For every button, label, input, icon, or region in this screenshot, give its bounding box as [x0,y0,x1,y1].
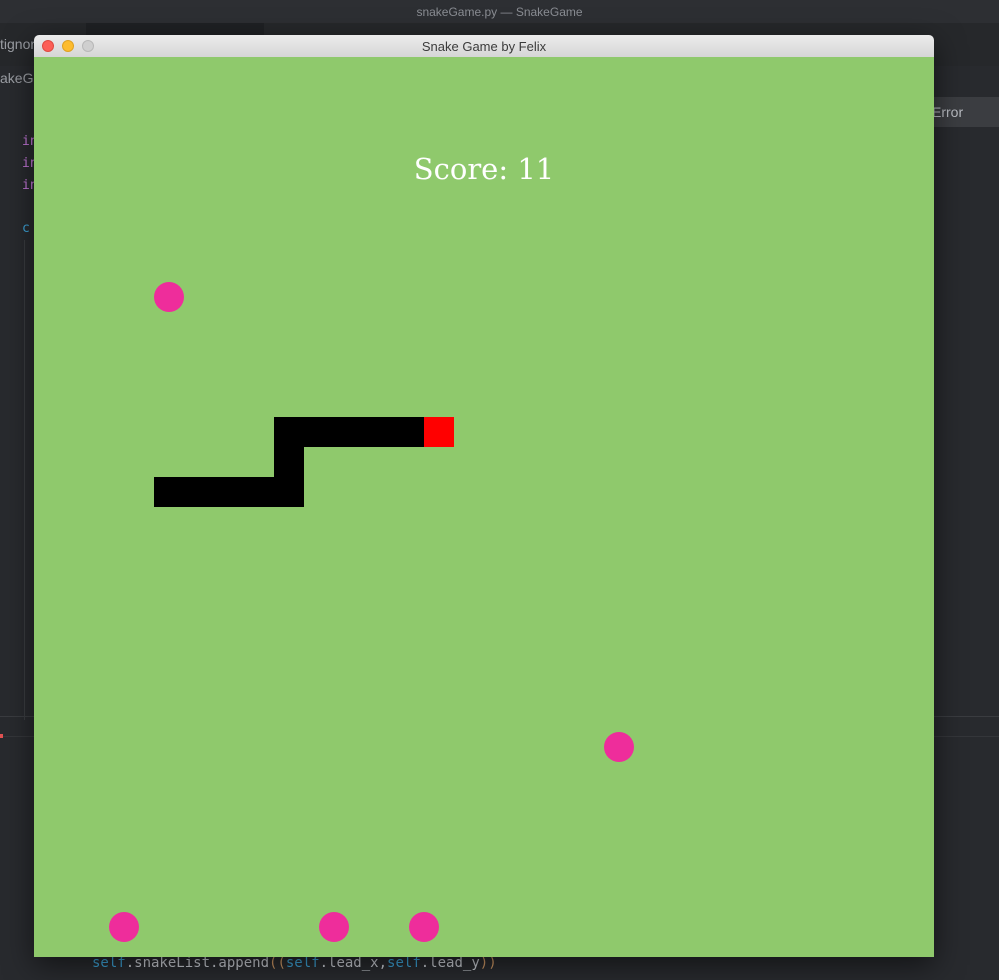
code-token: (( [269,955,286,971]
snake-body-segment [274,417,304,447]
editor-tab-fragment[interactable]: tignor [0,36,35,52]
close-window-button[interactable] [42,40,54,52]
snake-body-segment [304,417,334,447]
snake-body-segment [184,477,214,507]
food-apple [154,282,184,312]
editor-tab-fragment[interactable]: akeG [0,70,33,86]
score-label: Score: 11 [413,152,555,186]
code-token: .lead_y [420,955,480,971]
snake-body-segment [364,417,394,447]
desktop: snakeGame.py — SnakeGame tignor akeG in … [0,0,999,980]
code-token: .snakeList.append [125,955,270,971]
code-token: self [92,955,126,971]
game-window[interactable]: Snake Game by Felix Score: 11 [34,35,934,957]
snake-body-segment [394,417,424,447]
food-apple [604,732,634,762]
editor-indent-guide [24,240,25,720]
snake-body-segment [214,477,244,507]
code-fragment: c [22,221,30,236]
code-token: .lead_x, [319,955,388,971]
minimize-window-button[interactable] [62,40,74,52]
code-line: self.snakeList.append((self.lead_x,self.… [92,955,497,971]
snake-body-segment [274,477,304,507]
snake-body-segment [334,417,364,447]
snake-body-segment [154,477,184,507]
game-playfield[interactable]: Score: 11 [34,57,934,957]
code-token: )) [479,955,497,971]
snake-body-segment [244,477,274,507]
food-apple [109,912,139,942]
snake-body-segment [274,447,304,477]
code-token: self [387,955,421,971]
game-title-bar[interactable]: Snake Game by Felix [34,35,934,58]
food-apple [319,912,349,942]
editor-title-bar: snakeGame.py — SnakeGame [0,0,999,24]
error-marker [0,734,3,738]
error-badge-label: Error [932,104,964,120]
food-apple [409,912,439,942]
code-token: self [285,955,320,971]
zoom-window-button[interactable] [82,40,94,52]
snake-head [424,417,454,447]
game-window-title: Snake Game by Felix [421,38,547,54]
editor-window-title: snakeGame.py — SnakeGame [416,4,583,19]
